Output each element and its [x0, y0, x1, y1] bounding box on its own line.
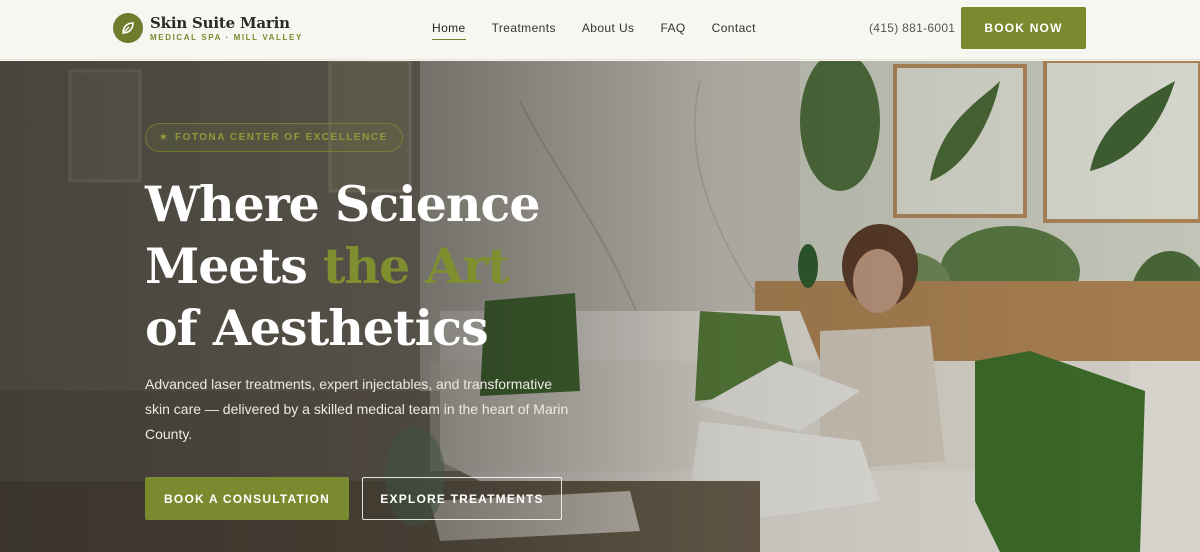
nav-item-faq[interactable]: FAQ	[660, 21, 685, 40]
nav-item-treatments[interactable]: Treatments	[492, 21, 556, 40]
brand-name: Skin Suite Marin	[150, 13, 290, 32]
book-now-button[interactable]: BOOK NOW	[961, 7, 1086, 49]
certification-badge: ★ FOTONA CENTER OF EXCELLENCE	[145, 123, 403, 152]
brand-logo[interactable]: Skin Suite Marin MEDICAL SPA · MILL VALL…	[113, 13, 303, 43]
explore-treatments-button[interactable]: EXPLORE TREATMENTS	[362, 477, 562, 520]
book-consultation-button[interactable]: BOOK A CONSULTATION	[145, 477, 349, 520]
brand-tagline: MEDICAL SPA · MILL VALLEY	[150, 32, 303, 42]
leaf-icon	[113, 13, 143, 43]
headline-line-3: of Aesthetics	[145, 299, 489, 357]
star-icon: ★	[159, 132, 168, 143]
headline-accent: the Art	[322, 237, 510, 295]
site-header: Skin Suite Marin MEDICAL SPA · MILL VALL…	[0, 0, 1200, 60]
hero-subtext: Advanced laser treatments, expert inject…	[145, 376, 569, 442]
phone-number-link[interactable]: (415) 881-6001	[869, 21, 955, 35]
headline-line-1: Where Science	[145, 175, 541, 233]
badge-label: FOTONA CENTER OF EXCELLENCE	[174, 132, 388, 143]
main-navigation: Home Treatments About Us FAQ Contact	[432, 21, 782, 40]
nav-item-home[interactable]: Home	[432, 21, 466, 40]
headline-line-2-start: Meets	[145, 237, 323, 295]
hero-headline: Where Science Meets the Art of Aesthetic…	[145, 173, 541, 359]
nav-item-about-us[interactable]: About Us	[582, 21, 635, 40]
brand-text: Skin Suite Marin MEDICAL SPA · MILL VALL…	[150, 14, 303, 43]
hero-section: ★ FOTONA CENTER OF EXCELLENCE Where Scie…	[0, 61, 1200, 552]
nav-item-contact[interactable]: Contact	[712, 21, 756, 40]
